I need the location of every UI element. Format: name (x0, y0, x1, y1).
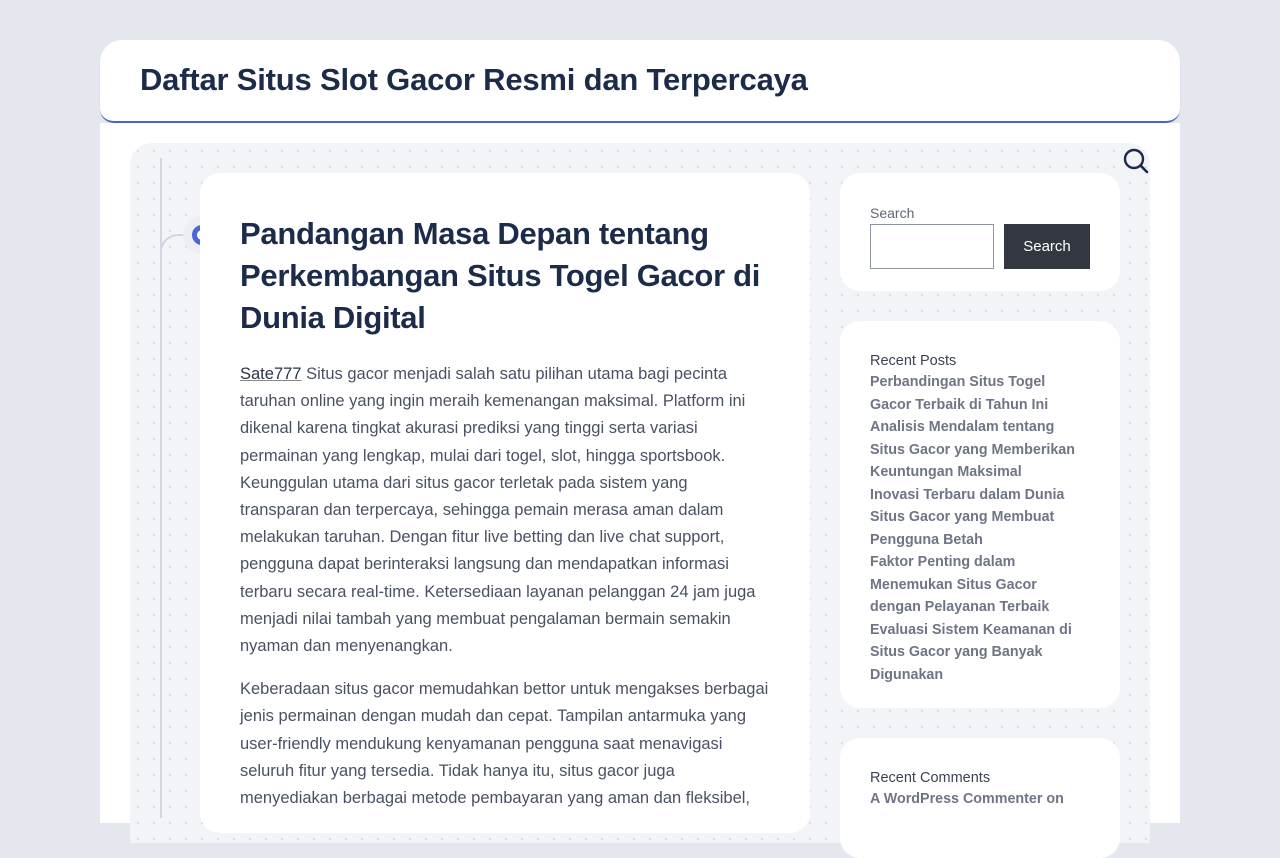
search-input[interactable] (870, 224, 994, 269)
list-item: Inovasi Terbaru dalam Dunia Situs Gacor … (870, 484, 1090, 552)
recent-comment-link[interactable]: A WordPress Commenter on (870, 788, 1090, 811)
site-title[interactable]: Daftar Situs Slot Gacor Resmi dan Terper… (140, 62, 808, 98)
search-row: Search (870, 224, 1090, 269)
recent-post-link[interactable]: Evaluasi Sistem Keamanan di Situs Gacor … (870, 619, 1090, 687)
list-item: Faktor Penting dalam Menemukan Situs Gac… (870, 551, 1090, 619)
recent-comments-heading: Recent Comments (870, 770, 991, 786)
list-item: Analisis Mendalam tentang Situs Gacor ya… (870, 416, 1090, 484)
search-icon-glyph (1123, 148, 1149, 174)
paragraph-text: Situs gacor menjadi salah satu pilihan u… (240, 365, 756, 656)
search-icon[interactable] (1122, 147, 1150, 175)
article-paragraph: Sate777 Situs gacor menjadi salah satu p… (240, 361, 770, 660)
search-label: Search (870, 205, 915, 221)
recent-posts-heading: Recent Posts (870, 353, 957, 369)
recent-post-link[interactable]: Analisis Mendalam tentang Situs Gacor ya… (870, 416, 1090, 484)
article-card: Pandangan Masa Depan tentang Perkembanga… (200, 173, 810, 833)
inline-link[interactable]: Sate777 (240, 365, 301, 383)
article-paragraph: Keberadaan situs gacor memudahkan bettor… (240, 680, 769, 808)
recent-post-link[interactable]: Perbandingan Situs Togel Gacor Terbaik d… (870, 371, 1090, 416)
recent-post-link[interactable]: Inovasi Terbaru dalam Dunia Situs Gacor … (870, 484, 1090, 552)
recent-comments-widget: Recent Comments A WordPress Commenter on (840, 738, 1120, 858)
recent-post-link[interactable]: Faktor Penting dalam Menemukan Situs Gac… (870, 551, 1090, 619)
site-header: Daftar Situs Slot Gacor Resmi dan Terper… (100, 40, 1180, 123)
recent-posts-widget: Recent Posts Perbandingan Situs Togel Ga… (840, 321, 1120, 708)
search-button[interactable]: Search (1004, 224, 1090, 269)
list-item: A WordPress Commenter on (870, 788, 1090, 811)
list-item: Evaluasi Sistem Keamanan di Situs Gacor … (870, 619, 1090, 687)
recent-posts-list: Perbandingan Situs Togel Gacor Terbaik d… (870, 371, 1090, 686)
list-item: Perbandingan Situs Togel Gacor Terbaik d… (870, 371, 1090, 416)
search-widget: Search Search (840, 173, 1120, 291)
article-title[interactable]: Pandangan Masa Depan tentang Perkembanga… (240, 213, 770, 339)
recent-comments-list: A WordPress Commenter on (870, 788, 1090, 811)
